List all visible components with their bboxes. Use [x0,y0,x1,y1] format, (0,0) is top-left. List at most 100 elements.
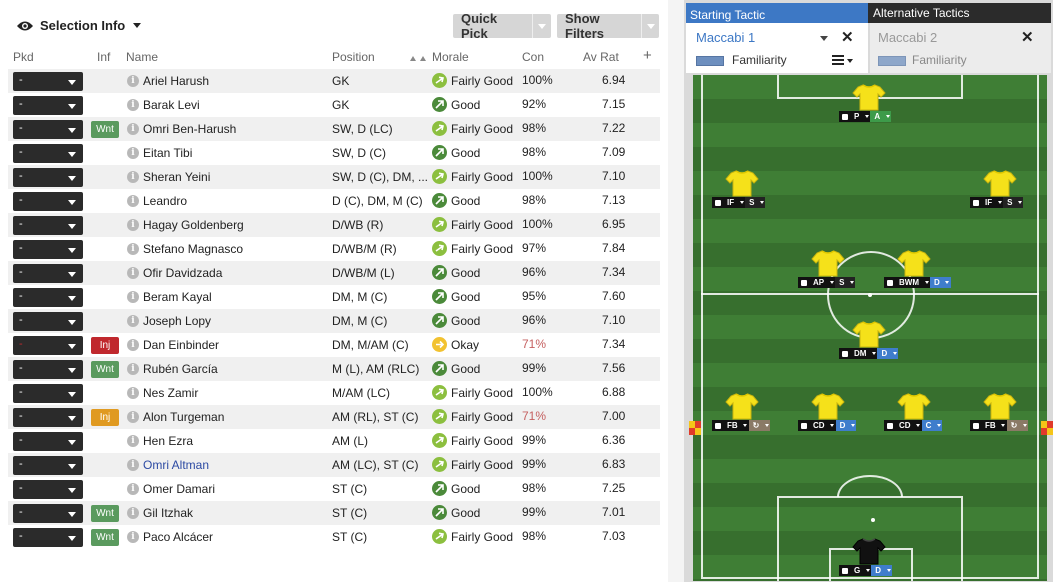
info-icon[interactable]: i [127,171,139,183]
info-icon[interactable]: i [127,147,139,159]
player-name[interactable]: Ofir Davidzada [143,266,222,280]
role-tag[interactable]: IF S [712,197,766,208]
close-icon[interactable]: ✕ [1021,28,1034,46]
injury-badge[interactable]: Inj [91,409,119,426]
table-row[interactable]: - i Nes Zamir M/AM (LC) Fairly Good 100%… [8,381,660,405]
role-tag[interactable]: IF S [970,197,1024,208]
info-icon[interactable]: i [127,243,139,255]
close-icon[interactable]: ✕ [841,28,854,46]
player-name[interactable]: Gil Itzhak [143,506,193,520]
player-name[interactable]: Leandro [143,194,187,208]
table-row[interactable]: - i Omri Altman AM (LC), ST (C) Fairly G… [8,453,660,477]
info-icon[interactable]: i [127,123,139,135]
sort-icon[interactable] [409,54,431,62]
info-icon[interactable]: i [127,411,139,423]
alternative-tactic-name[interactable]: Maccabi 2 [878,30,937,45]
table-row[interactable]: - i Hen Ezra AM (L) Fairly Good 99% 6.36 [8,429,660,453]
role-tag[interactable]: G D [839,565,893,576]
player-name[interactable]: Sheran Yeini [143,170,210,184]
pick-dropdown[interactable]: - [13,480,83,499]
pick-dropdown[interactable]: - [13,360,83,379]
player-name[interactable]: Alon Turgeman [143,410,224,424]
menu-icon[interactable] [832,55,844,65]
player-name[interactable]: Joseph Lopy [143,314,211,328]
column-header-position[interactable]: Position [332,50,375,64]
role-tag[interactable]: BWM D [884,277,951,288]
player-name[interactable]: Rubén García [143,362,218,376]
player-name[interactable]: Hen Ezra [143,434,193,448]
table-row[interactable]: - i Beram Kayal DM, M (C) Good 95% 7.60 [8,285,660,309]
pick-dropdown[interactable]: - [13,120,83,139]
pick-dropdown[interactable]: - [13,528,83,547]
info-icon[interactable]: i [127,339,139,351]
player-name[interactable]: Omri Ben-Harush [143,122,236,136]
column-header-con[interactable]: Con [522,50,544,64]
info-icon[interactable]: i [127,315,139,327]
table-row[interactable]: - i Ofir Davidzada D/WB/M (L) Good 96% 7… [8,261,660,285]
injury-badge[interactable]: Inj [91,337,119,354]
wanted-badge[interactable]: Wnt [91,529,119,546]
info-icon[interactable]: i [127,99,139,111]
player-name[interactable]: Hagay Goldenberg [143,218,244,232]
column-header-pkd[interactable]: Pkd [13,50,34,64]
pick-dropdown[interactable]: - [13,384,83,403]
show-filters-button[interactable]: Show Filters [557,11,659,41]
table-row[interactable]: - Wnt i Rubén García M (L), AM (RLC) Goo… [8,357,660,381]
role-tag[interactable]: FB ↻ [970,420,1029,431]
table-row[interactable]: - Inj i Alon Turgeman AM (RL), ST (C) Fa… [8,405,660,429]
player-name[interactable]: Ariel Harush [143,74,209,88]
info-icon[interactable]: i [127,75,139,87]
pick-dropdown[interactable]: - [13,432,83,451]
table-row[interactable]: - i Barak Levi GK Good 92% 7.15 [8,93,660,117]
pick-dropdown[interactable]: - [13,192,83,211]
table-row[interactable]: - i Joseph Lopy DM, M (C) Good 96% 7.10 [8,309,660,333]
role-tag[interactable]: CD C [884,420,943,431]
quick-pick-dropdown[interactable] [532,14,551,38]
table-row[interactable]: - Inj i Dan Einbinder DM, M/AM (C) Okay … [8,333,660,357]
info-icon[interactable]: i [127,363,139,375]
info-icon[interactable]: i [127,219,139,231]
player-name[interactable]: Eitan Tibi [143,146,192,160]
info-icon[interactable]: i [127,507,139,519]
pick-dropdown[interactable]: - [13,240,83,259]
player-name[interactable]: Dan Einbinder [143,338,219,352]
pick-dropdown[interactable]: - [13,336,83,355]
table-row[interactable]: - i Omer Damari ST (C) Good 98% 7.25 [8,477,660,501]
info-icon[interactable]: i [127,387,139,399]
pick-dropdown[interactable]: - [13,288,83,307]
info-icon[interactable]: i [127,195,139,207]
tab-alternative-tactics[interactable]: Alternative Tactics [868,3,1051,23]
column-header-name[interactable]: Name [126,50,158,64]
table-row[interactable]: - Wnt i Paco Alcácer ST (C) Fairly Good … [8,525,660,549]
role-tag[interactable]: CD D [798,420,857,431]
column-header-morale[interactable]: Morale [432,50,469,64]
wanted-badge[interactable]: Wnt [91,505,119,522]
info-icon[interactable]: i [127,459,139,471]
selection-info-dropdown[interactable]: Selection Info [16,18,142,33]
pick-dropdown[interactable]: - [13,264,83,283]
pick-dropdown[interactable]: - [13,456,83,475]
tab-starting-tactic[interactable]: Starting Tactic [686,3,868,23]
info-icon[interactable]: i [127,267,139,279]
table-row[interactable]: - i Sheran Yeini SW, D (C), DM, ... Fair… [8,165,660,189]
column-header-inf[interactable]: Inf [97,50,110,64]
info-icon[interactable]: i [127,435,139,447]
pick-dropdown[interactable]: - [13,72,83,91]
player-name[interactable]: Stefano Magnasco [143,242,243,256]
player-name[interactable]: Paco Alcácer [143,530,213,544]
table-row[interactable]: - Wnt i Gil Itzhak ST (C) Good 99% 7.01 [8,501,660,525]
role-tag[interactable]: AP S [798,277,856,288]
add-column-button[interactable]: + [643,47,652,64]
table-row[interactable]: - i Eitan Tibi SW, D (C) Good 98% 7.09 [8,141,660,165]
pick-dropdown[interactable]: - [13,312,83,331]
chevron-down-icon[interactable] [847,59,853,63]
table-row[interactable]: - Wnt i Omri Ben-Harush SW, D (LC) Fairl… [8,117,660,141]
role-tag[interactable]: FB ↻ [712,420,771,431]
info-icon[interactable]: i [127,483,139,495]
table-row[interactable]: - i Leandro D (C), DM, M (C) Good 98% 7.… [8,189,660,213]
info-icon[interactable]: i [127,291,139,303]
pick-dropdown[interactable]: - [13,504,83,523]
table-row[interactable]: - i Hagay Goldenberg D/WB (R) Fairly Goo… [8,213,660,237]
table-row[interactable]: - i Stefano Magnasco D/WB/M (R) Fairly G… [8,237,660,261]
pick-dropdown[interactable]: - [13,168,83,187]
